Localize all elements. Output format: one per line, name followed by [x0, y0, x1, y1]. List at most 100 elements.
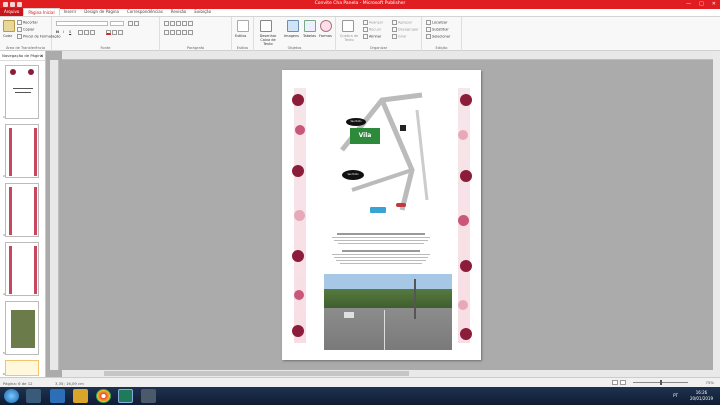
strikethrough-button[interactable] — [78, 30, 96, 35]
invitation-text-line — [338, 243, 424, 244]
location-map — [340, 92, 429, 211]
align-buttons[interactable] — [164, 30, 194, 35]
replace-icon — [426, 27, 431, 32]
vertical-scrollbar[interactable] — [713, 51, 720, 377]
font-group: N I S Fonte — [52, 17, 160, 51]
text-wrap-icon[interactable] — [342, 20, 354, 32]
strikethrough-icon — [78, 30, 83, 35]
close-button[interactable]: ✕ — [712, 0, 716, 9]
gas-station-icon — [370, 207, 386, 213]
app-icon[interactable] — [141, 389, 156, 403]
tab-home[interactable]: Página Inicial — [23, 8, 60, 16]
find-button[interactable]: Localizar — [426, 20, 447, 25]
paste-icon[interactable] — [3, 20, 15, 32]
internet-explorer-icon[interactable] — [50, 389, 65, 403]
tab-view[interactable]: Exibição — [190, 8, 215, 16]
draw-text-box-button[interactable]: Desenhar Caixa de Texto — [256, 34, 280, 46]
explorer-icon[interactable] — [26, 389, 41, 403]
venue-logo: Vila — [350, 128, 380, 144]
windows-taskbar: PT 16:26 20/01/2019 — [0, 387, 720, 405]
bullets-icon — [164, 21, 169, 26]
file-manager-icon[interactable] — [73, 389, 88, 403]
invitation-text-line — [342, 250, 420, 252]
subscript-icon — [84, 30, 89, 35]
single-page-view-icon[interactable] — [612, 380, 618, 385]
two-page-view-icon[interactable] — [620, 380, 626, 385]
cut-button[interactable]: Recortar — [17, 20, 38, 25]
chrome-icon[interactable] — [96, 389, 111, 403]
invitation-text-line — [332, 254, 430, 255]
font-size-combo[interactable] — [110, 21, 124, 26]
page-thumbnail-6[interactable]: 6 — [3, 360, 39, 376]
text-box-icon[interactable] — [260, 20, 272, 32]
page-indicator[interactable]: Página: 6 de 12 — [3, 381, 33, 386]
invitation-text-line — [332, 237, 430, 238]
publisher-icon[interactable] — [118, 389, 133, 403]
font-color-button[interactable] — [106, 30, 124, 35]
bold-button[interactable]: N — [56, 30, 59, 34]
horizontal-scrollbar[interactable] — [62, 370, 713, 377]
clock-date: 20/01/2019 — [689, 395, 713, 401]
align-left-icon — [164, 30, 169, 35]
tab-file[interactable]: Arquivo — [0, 8, 24, 16]
ungroup-button[interactable]: Desagrupar — [392, 27, 419, 32]
bring-forward-icon — [363, 20, 368, 25]
tables-button[interactable]: Tabelas — [303, 34, 316, 38]
editing-group: Localizar Substituir Selecionar Edição — [422, 17, 462, 51]
tab-insert[interactable]: Inserir — [60, 8, 81, 16]
page-thumbnail-5[interactable]: 5 — [3, 301, 39, 355]
tab-page-design[interactable]: Design de Página — [80, 8, 123, 16]
find-icon — [426, 20, 431, 25]
shapes-icon[interactable] — [320, 20, 332, 32]
system-clock[interactable]: 16:26 20/01/2019 — [690, 390, 713, 401]
flower-decoration — [460, 328, 472, 340]
floral-border — [9, 128, 37, 176]
replace-button[interactable]: Substituir — [426, 27, 449, 32]
input-language[interactable]: PT — [673, 393, 678, 398]
text-wrap-button[interactable]: Quebra de Texto — [338, 34, 360, 42]
highlight-icon — [112, 30, 117, 35]
group-button[interactable]: Agrupar — [392, 20, 412, 25]
page-thumbnail-4[interactable]: 4 — [3, 242, 39, 296]
align-button[interactable]: Alinhar — [363, 34, 381, 39]
copy-button[interactable]: Copiar — [17, 27, 34, 32]
send-backward-icon — [363, 27, 368, 32]
paste-button[interactable]: Colar — [3, 34, 12, 38]
ribbon: Colar Recortar Copiar Pincel de Formataç… — [0, 17, 720, 51]
images-button[interactable]: Imagens — [284, 34, 299, 38]
start-point-bubble: Seu Ponto — [346, 118, 366, 126]
font-name-combo[interactable] — [56, 21, 108, 26]
objects-group: Desenhar Caixa de Texto Imagens Tabelas … — [254, 17, 336, 51]
flower-decoration — [294, 290, 304, 300]
align-icon — [363, 34, 368, 39]
page-thumbnail-1[interactable]: 1 — [3, 65, 39, 119]
zoom-level[interactable]: 75% — [706, 380, 714, 385]
images-icon[interactable] — [287, 20, 299, 32]
page-number: 4 — [3, 292, 5, 296]
italic-button[interactable]: I — [63, 30, 64, 34]
styles-icon[interactable] — [237, 20, 249, 32]
minimize-button[interactable]: — — [686, 0, 691, 9]
page-thumbnail-3[interactable]: 3 — [3, 183, 39, 237]
bullets-button[interactable] — [164, 21, 194, 26]
zoom-slider-knob[interactable] — [660, 380, 662, 385]
grow-font-button[interactable] — [128, 21, 140, 26]
underline-button[interactable]: S — [69, 30, 71, 34]
send-backward-button[interactable]: Recuar — [363, 27, 381, 32]
table-icon[interactable] — [304, 20, 316, 32]
styles-button[interactable]: Estilos — [235, 34, 246, 38]
tab-mailings[interactable]: Correspondências — [123, 8, 167, 16]
publication-page[interactable]: Seu Ponto Vila Seu Ponto — [282, 70, 481, 360]
scrollbar-thumb[interactable] — [104, 371, 409, 376]
status-bar: Página: 6 de 12 3,35; 16,09 cm 75% — [0, 377, 720, 387]
select-button[interactable]: Selecionar — [426, 34, 450, 39]
start-button-icon[interactable] — [4, 389, 19, 403]
nav-pane-close-icon[interactable]: ✕ — [40, 51, 43, 61]
flower-decoration — [460, 94, 472, 106]
shapes-button[interactable]: Formas — [319, 34, 332, 38]
rotate-button[interactable]: Girar — [392, 34, 407, 39]
maximize-button[interactable]: □ — [699, 0, 704, 9]
bring-forward-button[interactable]: Avançar — [363, 20, 383, 25]
tab-review[interactable]: Revisão — [167, 8, 191, 16]
page-thumbnail-2[interactable]: 2 — [3, 124, 39, 178]
